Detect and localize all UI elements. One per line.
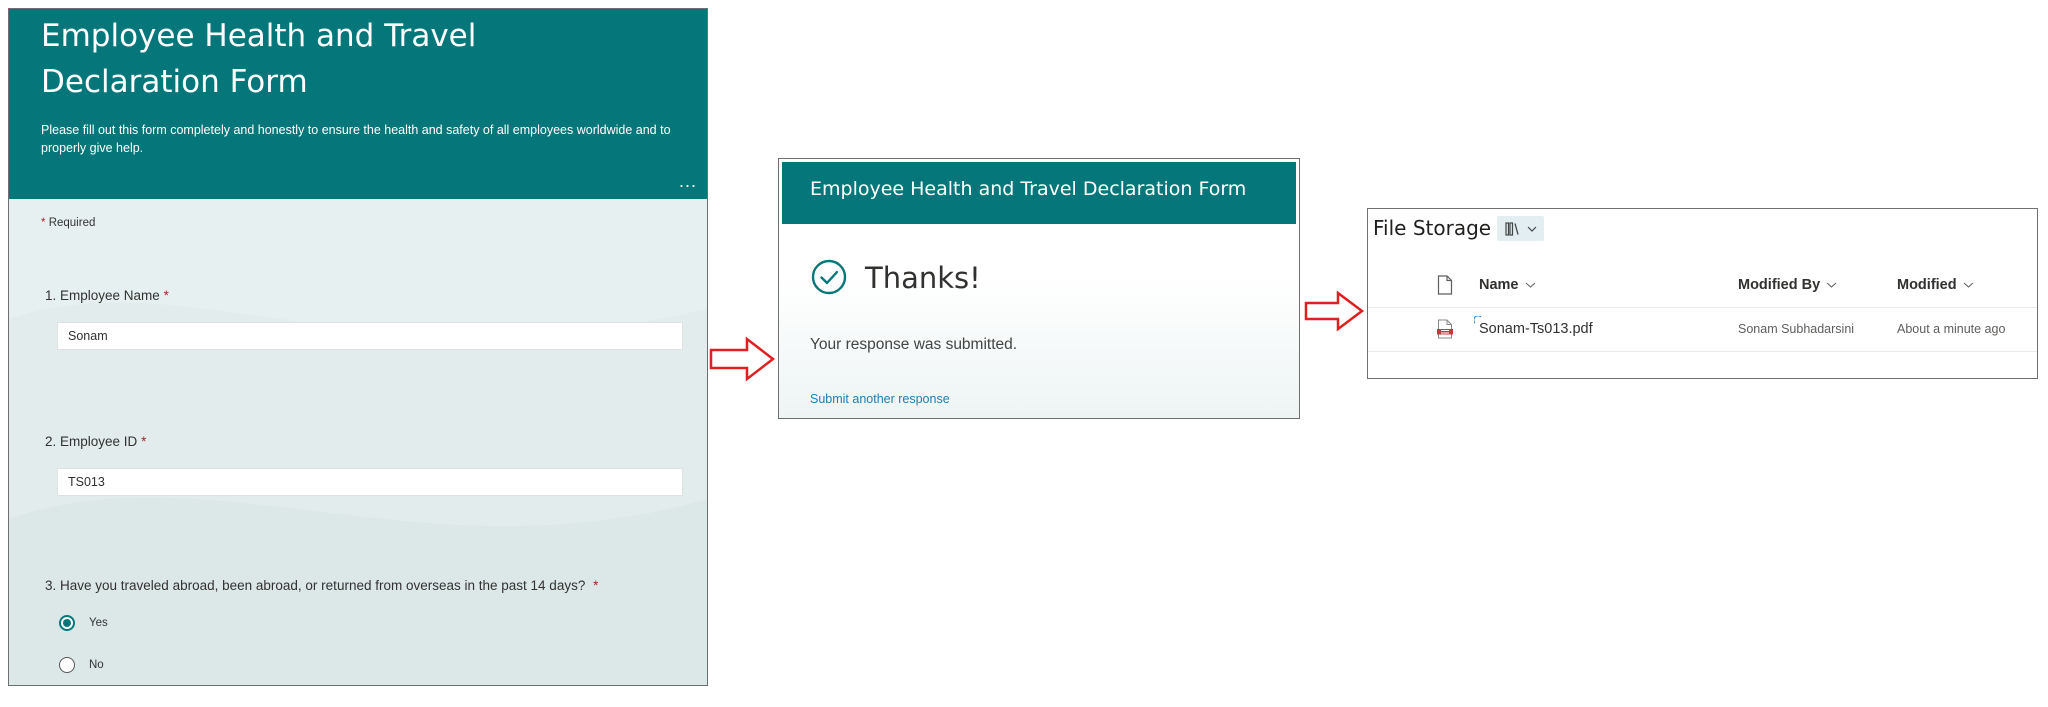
form-description: Please fill out this form completely and…	[41, 123, 671, 155]
chevron-down-icon	[1525, 282, 1535, 288]
column-header-modified[interactable]: Modified	[1897, 277, 1974, 293]
column-header-name[interactable]: Name	[1479, 277, 1536, 293]
arrow-right-icon	[709, 336, 776, 382]
file-icon	[1437, 275, 1453, 295]
row-divider	[1368, 351, 2037, 352]
submitted-message: Your response was submitted.	[810, 336, 1018, 353]
required-star: *	[163, 288, 169, 303]
employee-id-field[interactable]: TS013	[57, 468, 683, 496]
radio-button[interactable]	[59, 657, 75, 673]
submit-another-link[interactable]: Submit another response	[810, 392, 950, 406]
library-title: File Storage	[1373, 216, 1492, 240]
pdf-file-icon	[1437, 319, 1453, 339]
library-view-icon	[1504, 221, 1519, 236]
more-icon[interactable]: ...	[679, 172, 697, 190]
file-storage-panel: File Storage Name Modified By Modified S…	[1367, 208, 2038, 379]
chevron-down-icon	[1963, 282, 1973, 288]
question-label: 1. Employee Name	[45, 288, 160, 303]
question-label: 2. Employee ID	[45, 434, 138, 449]
arrow-right-icon	[1304, 290, 1365, 332]
radio-option-yes[interactable]: Yes	[59, 613, 108, 633]
confirmation-header: Employee Health and Travel Declaration F…	[782, 162, 1296, 224]
thanks-heading: Thanks!	[865, 261, 981, 295]
column-header-modified-by[interactable]: Modified By	[1738, 277, 1837, 293]
question-employee-name: 1. Employee Name *	[45, 288, 169, 303]
confirmation-form-title: Employee Health and Travel Declaration F…	[810, 178, 1247, 200]
required-star: *	[593, 578, 599, 593]
form-panel: Employee Health and Travel Declaration F…	[8, 8, 708, 686]
column-label: Name	[1479, 277, 1519, 293]
chevron-down-icon	[1826, 282, 1837, 288]
file-name-link[interactable]: Sonam-Ts013.pdf	[1479, 321, 1593, 337]
radio-button-checked[interactable]	[59, 615, 75, 631]
form-title: Employee Health and Travel Declaration F…	[41, 18, 477, 100]
required-star: *	[41, 217, 46, 229]
file-modified-by: Sonam Subhadarsini	[1738, 322, 1855, 336]
library-view-button[interactable]	[1497, 216, 1544, 241]
question-employee-id: 2. Employee ID *	[45, 434, 146, 449]
radio-label: No	[89, 659, 104, 671]
required-star: *	[141, 434, 147, 449]
question-travel: 3. Have you traveled abroad, been abroad…	[45, 578, 598, 593]
employee-name-field[interactable]: Sonam	[57, 322, 683, 350]
column-label: Modified	[1897, 277, 1957, 293]
required-label: Required	[48, 217, 96, 229]
form-header: Employee Health and Travel Declaration F…	[9, 9, 707, 199]
chevron-down-icon	[1527, 226, 1536, 232]
column-label: Modified By	[1738, 277, 1821, 293]
check-circle-icon	[811, 259, 847, 295]
radio-label: Yes	[89, 617, 108, 629]
row-divider	[1368, 307, 2037, 308]
file-modified: About a minute ago	[1897, 322, 2006, 336]
question-label: 3. Have you traveled abroad, been abroad…	[45, 578, 586, 593]
confirmation-panel: Employee Health and Travel Declaration F…	[778, 158, 1300, 419]
radio-option-no[interactable]: No	[59, 655, 104, 675]
required-note: * Required	[41, 217, 95, 229]
